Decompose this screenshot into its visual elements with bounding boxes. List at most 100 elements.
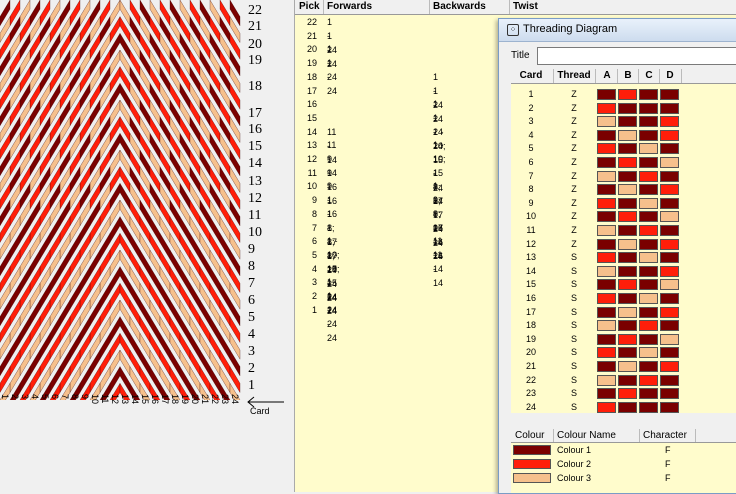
hole-b-colour-cell[interactable] bbox=[618, 265, 637, 277]
thread-direction[interactable]: Z bbox=[559, 197, 589, 210]
header-backwards[interactable]: Backwards bbox=[433, 1, 486, 12]
thread-direction[interactable]: S bbox=[559, 360, 589, 373]
hole-c-colour-cell[interactable] bbox=[639, 184, 658, 196]
hole-d-colour-cell[interactable] bbox=[660, 89, 679, 100]
threading-row[interactable]: 19 S bbox=[511, 333, 736, 347]
threading-row[interactable]: 22 S bbox=[511, 374, 736, 388]
hole-a-colour-cell[interactable] bbox=[597, 388, 616, 400]
threading-row[interactable]: 14 S bbox=[511, 265, 736, 279]
header-hole-c[interactable]: C bbox=[639, 70, 659, 81]
hole-c-colour-cell[interactable] bbox=[639, 89, 658, 100]
colour-swatch[interactable] bbox=[513, 459, 551, 469]
hole-b-colour-cell[interactable] bbox=[618, 401, 637, 413]
header-hole-a[interactable]: A bbox=[597, 70, 617, 81]
hole-b-colour-cell[interactable] bbox=[618, 374, 637, 386]
thread-direction[interactable]: S bbox=[559, 251, 589, 264]
hole-a-colour-cell[interactable] bbox=[597, 116, 616, 128]
hole-a-colour-cell[interactable] bbox=[597, 265, 616, 277]
thread-direction[interactable]: S bbox=[559, 333, 589, 346]
hole-b-colour-cell[interactable] bbox=[618, 293, 637, 304]
threading-row[interactable]: 11 Z bbox=[511, 224, 736, 238]
thread-direction[interactable]: S bbox=[559, 319, 589, 332]
hole-a-colour-cell[interactable] bbox=[597, 374, 616, 386]
hole-d-colour-cell[interactable] bbox=[660, 211, 679, 223]
hole-a-colour-cell[interactable] bbox=[597, 361, 616, 372]
hole-b-colour-cell[interactable] bbox=[618, 129, 637, 141]
threading-row[interactable]: 10 Z bbox=[511, 210, 736, 224]
hole-c-colour-cell[interactable] bbox=[639, 102, 658, 114]
hole-b-colour-cell[interactable] bbox=[618, 361, 637, 372]
hole-b-colour-cell[interactable] bbox=[618, 89, 637, 100]
hole-c-colour-cell[interactable] bbox=[639, 252, 658, 264]
column-divider[interactable] bbox=[509, 0, 510, 14]
hole-c-colour-cell[interactable] bbox=[639, 388, 658, 400]
hole-c-colour-cell[interactable] bbox=[639, 116, 658, 128]
hole-d-colour-cell[interactable] bbox=[660, 116, 679, 128]
hole-a-colour-cell[interactable] bbox=[597, 170, 616, 182]
hole-b-colour-cell[interactable] bbox=[618, 170, 637, 182]
hole-b-colour-cell[interactable] bbox=[618, 211, 637, 223]
hole-a-colour-cell[interactable] bbox=[597, 197, 616, 209]
thread-direction[interactable]: Z bbox=[559, 183, 589, 196]
hole-b-colour-cell[interactable] bbox=[618, 320, 637, 332]
hole-d-colour-cell[interactable] bbox=[660, 374, 679, 386]
colour-row[interactable]: Colour 1 F bbox=[511, 443, 736, 457]
hole-a-colour-cell[interactable] bbox=[597, 89, 616, 100]
hole-b-colour-cell[interactable] bbox=[618, 197, 637, 209]
hole-c-colour-cell[interactable] bbox=[639, 293, 658, 304]
header-colour-name[interactable]: Colour Name bbox=[557, 430, 616, 441]
header-colour[interactable]: Colour bbox=[515, 430, 544, 441]
hole-a-colour-cell[interactable] bbox=[597, 293, 616, 304]
thread-direction[interactable]: Z bbox=[559, 224, 589, 237]
hole-d-colour-cell[interactable] bbox=[660, 252, 679, 264]
threading-row[interactable]: 18 S bbox=[511, 319, 736, 333]
column-divider[interactable] bbox=[639, 429, 640, 442]
header-character[interactable]: Character bbox=[643, 430, 687, 441]
column-divider[interactable] bbox=[323, 0, 324, 14]
hole-a-colour-cell[interactable] bbox=[597, 102, 616, 114]
thread-direction[interactable]: Z bbox=[559, 142, 589, 155]
thread-direction[interactable]: Z bbox=[559, 88, 589, 101]
thread-direction[interactable]: S bbox=[559, 387, 589, 400]
header-hole-b[interactable]: B bbox=[618, 70, 638, 81]
hole-a-colour-cell[interactable] bbox=[597, 184, 616, 196]
threading-row[interactable]: 17 S bbox=[511, 306, 736, 320]
thread-direction[interactable]: S bbox=[559, 292, 589, 305]
thread-direction[interactable]: S bbox=[559, 401, 589, 414]
threading-row[interactable]: 4Z bbox=[511, 129, 736, 143]
hole-a-colour-cell[interactable] bbox=[597, 157, 616, 168]
threading-row[interactable]: 15 S bbox=[511, 278, 736, 292]
hole-b-colour-cell[interactable] bbox=[618, 333, 637, 345]
hole-d-colour-cell[interactable] bbox=[660, 293, 679, 304]
column-divider[interactable] bbox=[429, 0, 430, 14]
hole-a-colour-cell[interactable] bbox=[597, 143, 616, 155]
title-input[interactable] bbox=[537, 47, 736, 65]
thread-direction[interactable]: S bbox=[559, 306, 589, 319]
threading-row[interactable]: 8Z bbox=[511, 183, 736, 197]
thread-direction[interactable]: S bbox=[559, 278, 589, 291]
column-divider[interactable] bbox=[553, 69, 554, 83]
hole-b-colour-cell[interactable] bbox=[618, 306, 637, 318]
colour-row[interactable]: Colour 3 F bbox=[511, 471, 736, 485]
hole-d-colour-cell[interactable] bbox=[660, 184, 679, 196]
header-forwards[interactable]: Forwards bbox=[327, 1, 372, 12]
thread-direction[interactable]: Z bbox=[559, 115, 589, 128]
hole-b-colour-cell[interactable] bbox=[618, 225, 637, 236]
hole-b-colour-cell[interactable] bbox=[618, 184, 637, 196]
hole-c-colour-cell[interactable] bbox=[639, 211, 658, 223]
hole-c-colour-cell[interactable] bbox=[639, 265, 658, 277]
threading-row[interactable]: 5Z bbox=[511, 142, 736, 156]
hole-a-colour-cell[interactable] bbox=[597, 129, 616, 141]
hole-c-colour-cell[interactable] bbox=[639, 333, 658, 345]
thread-direction[interactable]: S bbox=[559, 374, 589, 387]
hole-b-colour-cell[interactable] bbox=[618, 143, 637, 155]
hole-b-colour-cell[interactable] bbox=[618, 116, 637, 128]
thread-direction[interactable]: S bbox=[559, 346, 589, 359]
header-pick[interactable]: Pick bbox=[299, 1, 320, 12]
hole-d-colour-cell[interactable] bbox=[660, 333, 679, 345]
colour-swatch[interactable] bbox=[513, 445, 551, 455]
hole-d-colour-cell[interactable] bbox=[660, 388, 679, 400]
header-twist[interactable]: Twist bbox=[513, 1, 538, 12]
threading-row[interactable]: 13 S bbox=[511, 251, 736, 265]
hole-d-colour-cell[interactable] bbox=[660, 238, 679, 250]
